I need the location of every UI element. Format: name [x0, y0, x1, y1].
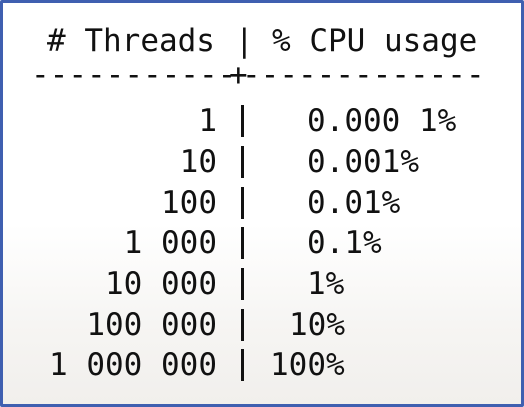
table-row: 10 000 1%	[3, 264, 524, 304]
cpu-usage-value: 0.01%	[307, 185, 401, 221]
cpu-usage-value: 0.000 1%	[307, 103, 457, 139]
row-divider	[241, 227, 244, 259]
separator-left: -----------	[31, 57, 237, 93]
threads-value: 1 000 000	[49, 347, 217, 383]
cpu-usage-value: 10%	[289, 307, 345, 343]
slide-frame: # Threads | % CPU usage ----------- + --…	[0, 0, 524, 407]
threads-value: 1	[198, 103, 217, 139]
row-divider	[241, 187, 244, 219]
row-divider	[241, 146, 244, 178]
table-row: 10 0.001%	[3, 142, 524, 182]
cpu-usage-value: 0.1%	[307, 225, 382, 261]
row-divider	[241, 105, 244, 137]
threads-value: 10 000	[105, 266, 217, 302]
row-divider	[241, 268, 244, 300]
separator-right: -------------	[242, 57, 485, 93]
table-row: 1 000 000 100%	[3, 345, 524, 385]
threads-value: 100	[161, 185, 217, 221]
cpu-usage-value: 0.001%	[307, 144, 419, 180]
table-row: 100 0.01%	[3, 183, 524, 223]
row-divider	[241, 349, 244, 381]
table-row: 1 0.000 1%	[3, 101, 524, 141]
threads-value: 100 000	[86, 307, 217, 343]
threads-value: 1 000	[123, 225, 217, 261]
row-divider	[241, 309, 244, 341]
cpu-usage-value: 1%	[307, 266, 345, 302]
table-row: 100 000 10%	[3, 305, 524, 345]
cpu-usage-value: 100%	[270, 347, 345, 383]
table-row: 1 000 0.1%	[3, 223, 524, 263]
threads-value: 10	[179, 144, 217, 180]
